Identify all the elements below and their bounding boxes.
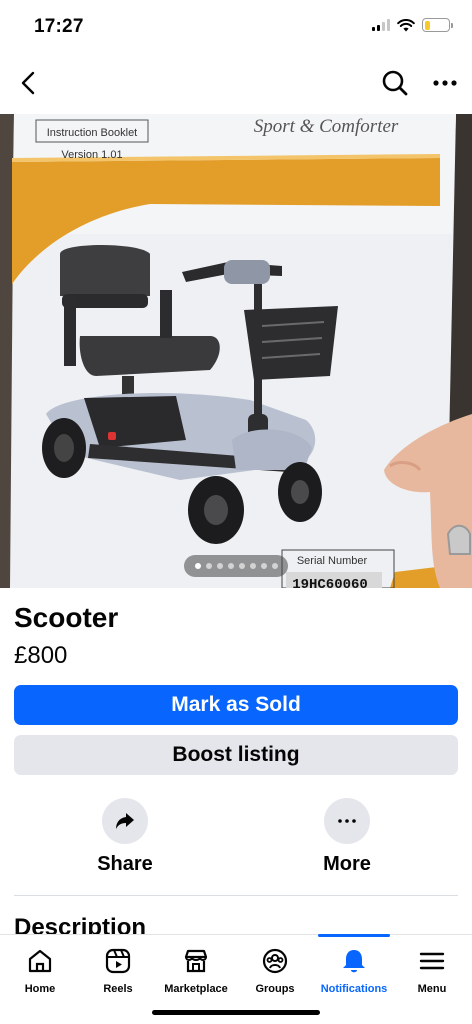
tab-label: Menu: [417, 983, 447, 995]
top-nav: [0, 56, 472, 112]
pagination-dot: [205, 563, 212, 569]
boost-listing-button[interactable]: Boost listing: [14, 735, 458, 775]
reels-icon: [102, 945, 134, 977]
pagination-dot: [227, 563, 234, 569]
search-icon: [382, 70, 408, 96]
more-horizontal-icon: [433, 80, 457, 86]
serial-value: 19HC60060: [292, 577, 368, 588]
wifi-icon: [397, 18, 415, 31]
tab-menu[interactable]: Menu: [392, 945, 472, 995]
more-horizontal-icon: [338, 819, 356, 823]
share-icon: [116, 813, 134, 829]
pagination-dot: [260, 563, 267, 569]
pagination-dot: [238, 563, 245, 569]
mark-as-sold-button[interactable]: Mark as Sold: [14, 685, 458, 725]
listing-photo[interactable]: Instruction Booklet Version 1.01 Sport &…: [0, 114, 472, 588]
version-label: Version 1.01: [61, 149, 122, 161]
cellular-signal-icon: [372, 19, 390, 31]
tab-home[interactable]: Home: [0, 945, 80, 995]
tab-groups[interactable]: Groups: [235, 945, 315, 995]
listing-price: £800: [14, 642, 68, 669]
share-icon-circle: [102, 798, 148, 844]
more-label: More: [323, 853, 371, 875]
tab-label: Groups: [255, 983, 295, 995]
search-button[interactable]: [380, 68, 410, 98]
status-icons: [372, 18, 453, 32]
pagination-dot: [271, 563, 278, 569]
pagination-dot: [249, 563, 256, 569]
tab-label: Home: [24, 983, 56, 995]
home-indicator: [152, 1010, 320, 1015]
back-button[interactable]: [14, 68, 42, 98]
battery-level: [424, 20, 430, 30]
more-button[interactable]: More: [287, 798, 407, 876]
photo-pagination: [184, 555, 288, 577]
listing-title: Scooter: [14, 602, 119, 633]
bell-icon: [338, 945, 370, 977]
tab-reels[interactable]: Reels: [78, 945, 158, 995]
tab-label: Notifications: [320, 983, 388, 995]
home-icon: [24, 945, 56, 977]
pagination-dot: [194, 563, 201, 569]
section-divider: [14, 895, 458, 896]
battery-icon: [422, 18, 453, 32]
more-icon-circle: [324, 798, 370, 844]
back-icon: [21, 71, 35, 95]
share-label: Share: [97, 853, 153, 875]
status-bar: 17:27: [0, 0, 472, 56]
tab-notifications[interactable]: Notifications: [314, 945, 394, 995]
tab-marketplace[interactable]: Marketplace: [156, 945, 236, 995]
more-options-button[interactable]: [430, 68, 460, 98]
photo-canvas: Instruction Booklet Version 1.01 Sport &…: [0, 114, 472, 588]
serial-label: Serial Number: [297, 555, 368, 567]
booklet-label: Instruction Booklet: [47, 127, 138, 139]
tab-label: Reels: [103, 983, 133, 995]
groups-icon: [259, 945, 291, 977]
marketplace-icon: [180, 945, 212, 977]
status-time: 17:27: [34, 16, 84, 37]
active-tab-indicator: [318, 934, 390, 937]
pagination-dot: [216, 563, 223, 569]
menu-icon: [416, 945, 448, 977]
share-button[interactable]: Share: [65, 798, 185, 876]
brand-script: Sport & Comforter: [254, 116, 399, 137]
tab-label: Marketplace: [164, 983, 228, 995]
